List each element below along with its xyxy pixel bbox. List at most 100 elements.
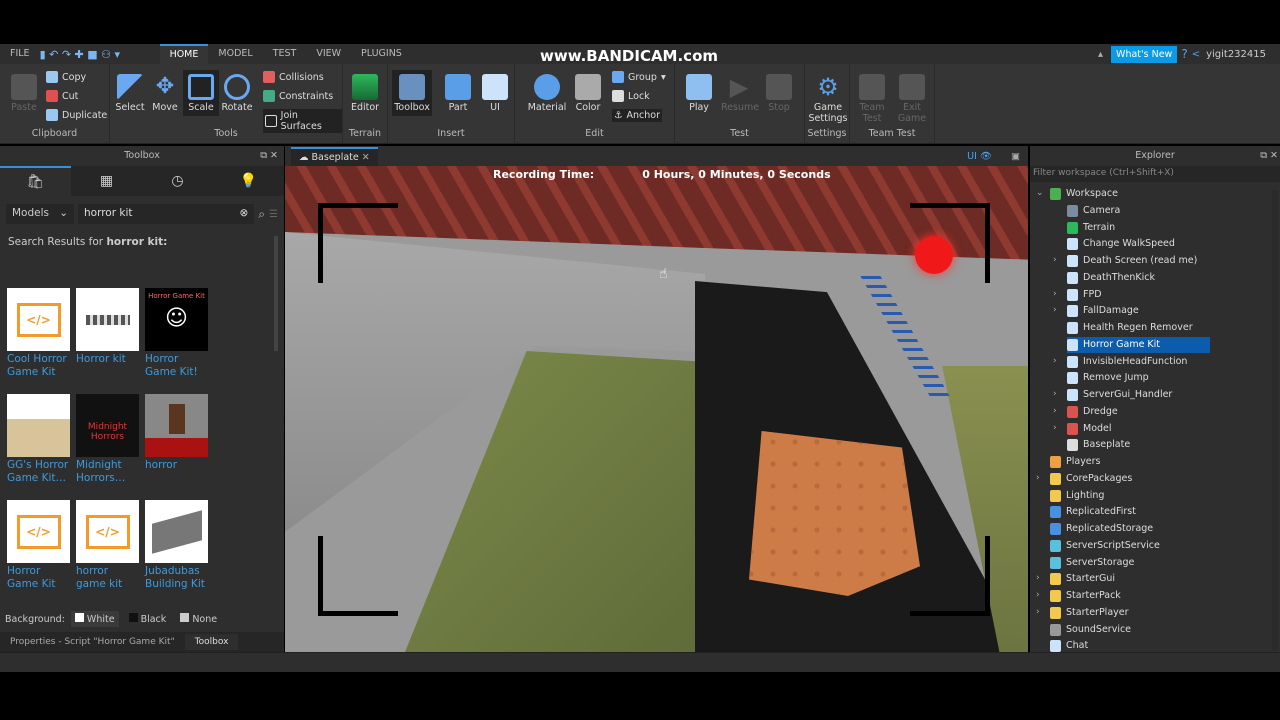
close-icon[interactable]: ⧉ ✕ <box>1260 146 1278 166</box>
explorer-item[interactable]: Players <box>1050 454 1101 470</box>
toolbox-item[interactable]: GG's Horror Game Kit… <box>7 394 71 485</box>
explorer-item[interactable]: Model <box>1067 421 1112 437</box>
explorer-item[interactable]: DeathThenKick <box>1067 270 1155 286</box>
explorer-item[interactable]: ReplicatedFirst <box>1050 504 1136 520</box>
menu-test[interactable]: TEST <box>263 44 307 64</box>
menu-home[interactable]: HOME <box>159 44 209 64</box>
select-button[interactable]: Select <box>112 70 148 113</box>
filter-workspace-input[interactable]: Filter workspace (Ctrl+Shift+X) <box>1030 166 1280 182</box>
rotate-button[interactable]: Rotate <box>219 70 255 113</box>
explorer-item[interactable]: ServerGui_Handler <box>1067 387 1172 403</box>
tab-toolbox[interactable]: Toolbox <box>184 634 239 650</box>
tab-properties[interactable]: Properties - Script "Horror Game Kit" <box>0 637 185 647</box>
whats-new-button[interactable]: What's New <box>1111 45 1178 63</box>
explorer-item[interactable]: Terrain <box>1067 220 1115 236</box>
explorer-item[interactable]: ReplicatedStorage <box>1050 521 1153 537</box>
menu-plugins[interactable]: PLUGINS <box>351 44 412 64</box>
explorer-item[interactable]: CorePackages <box>1050 471 1132 487</box>
toolbox-item[interactable]: Jubadubas Building Kit <box>145 500 209 591</box>
explorer-item[interactable]: FPD <box>1067 287 1102 303</box>
expand-arrow-icon[interactable]: › <box>1036 590 1040 600</box>
explorer-item[interactable]: Baseplate <box>1067 437 1130 453</box>
bg-none-option[interactable]: None <box>176 611 221 627</box>
explorer-item[interactable]: Dredge <box>1067 404 1118 420</box>
terrain-editor-button[interactable]: Editor <box>347 70 383 113</box>
tab-marketplace-bag-icon[interactable]: 🛍 <box>0 166 71 196</box>
group-button[interactable]: Group ▾ <box>612 71 666 83</box>
lock-button[interactable]: Lock <box>612 90 650 102</box>
expand-arrow-icon[interactable]: › <box>1053 305 1057 315</box>
category-dropdown[interactable]: Models ⌄ <box>6 204 74 224</box>
toolbox-item[interactable]: horror <box>145 394 209 472</box>
close-icon[interactable]: ⧉ ✕ <box>260 146 278 166</box>
search-input[interactable]: horror kit ⊗ <box>78 204 255 224</box>
explorer-item[interactable]: StarterGui <box>1050 571 1115 587</box>
explorer-item[interactable]: FallDamage <box>1067 303 1139 319</box>
toolbox-item[interactable]: Horror kit <box>76 288 140 366</box>
filter-sliders-icon[interactable]: ☰ <box>269 209 278 220</box>
toolbox-button[interactable]: Toolbox <box>392 70 432 116</box>
toolbox-item[interactable]: Midnight Horrors Midnight Horrors… <box>76 394 140 485</box>
tab-inventory-grid-icon[interactable]: ▦ <box>71 166 142 196</box>
expand-arrow-icon[interactable]: › <box>1053 255 1057 265</box>
team-test-button[interactable]: Team Test <box>854 70 890 124</box>
expand-arrow-icon[interactable]: › <box>1053 406 1057 416</box>
explorer-item[interactable]: StarterPlayer <box>1050 605 1129 621</box>
toolbox-item[interactable]: </> horror game kit <box>76 500 140 591</box>
ui-button[interactable]: UI <box>477 70 513 113</box>
paste-button[interactable]: Paste <box>6 70 42 113</box>
expand-arrow-icon[interactable]: › <box>1053 289 1057 299</box>
tab-recent-clock-icon[interactable]: ◷ <box>142 166 213 196</box>
toolbox-item[interactable]: </> Cool Horror Game Kit <box>7 288 71 379</box>
collapse-ribbon-icon[interactable]: ▴ <box>1098 49 1103 60</box>
collapse-arrow-icon[interactable]: ⌄ <box>1036 188 1044 198</box>
user-menu[interactable]: yigit232415 <box>1206 49 1266 60</box>
clear-search-icon[interactable]: ⊗ <box>239 207 248 219</box>
close-tab-icon[interactable]: ✕ <box>362 152 370 163</box>
expand-arrow-icon[interactable]: › <box>1053 423 1057 433</box>
color-button[interactable]: Color <box>570 70 606 113</box>
scale-button[interactable]: Scale <box>183 70 219 116</box>
help-icon[interactable]: ? <box>1181 47 1187 61</box>
cut-button[interactable]: Cut <box>46 90 78 102</box>
share-icon[interactable]: < <box>1192 49 1200 60</box>
view-layout-icon[interactable]: ▣ <box>1011 151 1020 162</box>
constraints-toggle[interactable]: Constraints <box>263 90 333 102</box>
material-button[interactable]: Material <box>527 70 567 113</box>
menu-file[interactable]: FILE <box>0 44 40 64</box>
explorer-item[interactable]: Camera <box>1067 203 1120 219</box>
explorer-item[interactable]: Health Regen Remover <box>1067 320 1193 336</box>
part-button[interactable]: Part <box>440 70 476 113</box>
expand-arrow-icon[interactable]: › <box>1036 607 1040 617</box>
bg-white-option[interactable]: White <box>70 611 119 627</box>
copy-button[interactable]: Copy <box>46 71 86 83</box>
explorer-item[interactable]: Remove Jump <box>1067 370 1149 386</box>
game-settings-button[interactable]: ⚙ Game Settings <box>808 70 848 124</box>
anchor-button[interactable]: ⚓ Anchor <box>612 109 663 122</box>
search-icon[interactable]: ⌕ <box>258 207 265 222</box>
explorer-item[interactable]: Horror Game Kit <box>1067 336 1211 353</box>
resume-button[interactable]: ▶ Resume <box>721 70 759 113</box>
explorer-item[interactable]: Death Screen (read me) <box>1067 253 1197 269</box>
menu-model[interactable]: MODEL <box>208 44 262 64</box>
explorer-item[interactable]: SoundService <box>1050 622 1131 638</box>
expand-arrow-icon[interactable]: › <box>1036 573 1040 583</box>
tab-baseplate[interactable]: ☁ Baseplate ✕ <box>291 146 378 166</box>
exit-game-button[interactable]: Exit Game <box>894 70 930 124</box>
toolbox-item[interactable]: </> Horror Game Kit <box>7 500 71 591</box>
ui-visibility-toggle[interactable]: UI 👁 <box>967 151 992 162</box>
explorer-item[interactable]: ServerStorage <box>1050 555 1134 571</box>
bg-black-option[interactable]: Black <box>125 611 171 627</box>
expand-arrow-icon[interactable]: › <box>1036 473 1040 483</box>
collisions-toggle[interactable]: Collisions <box>263 71 324 83</box>
explorer-item[interactable]: Lighting <box>1050 488 1104 504</box>
expand-arrow-icon[interactable]: › <box>1053 389 1057 399</box>
menu-view[interactable]: VIEW <box>306 44 351 64</box>
quick-access-icons[interactable]: ▮ ↶ ↷ ✚ ■ ⚇ ▾ <box>40 48 160 61</box>
toolbox-item[interactable]: Horror Game Kit ☺ Horror Game Kit! <box>145 288 209 379</box>
explorer-scrollbar[interactable] <box>1272 190 1278 650</box>
explorer-item[interactable]: InvisibleHeadFunction <box>1067 354 1187 370</box>
play-button[interactable]: Play <box>681 70 717 113</box>
move-button[interactable]: ✥ Move <box>147 70 183 113</box>
explorer-item[interactable]: Change WalkSpeed <box>1067 236 1175 252</box>
